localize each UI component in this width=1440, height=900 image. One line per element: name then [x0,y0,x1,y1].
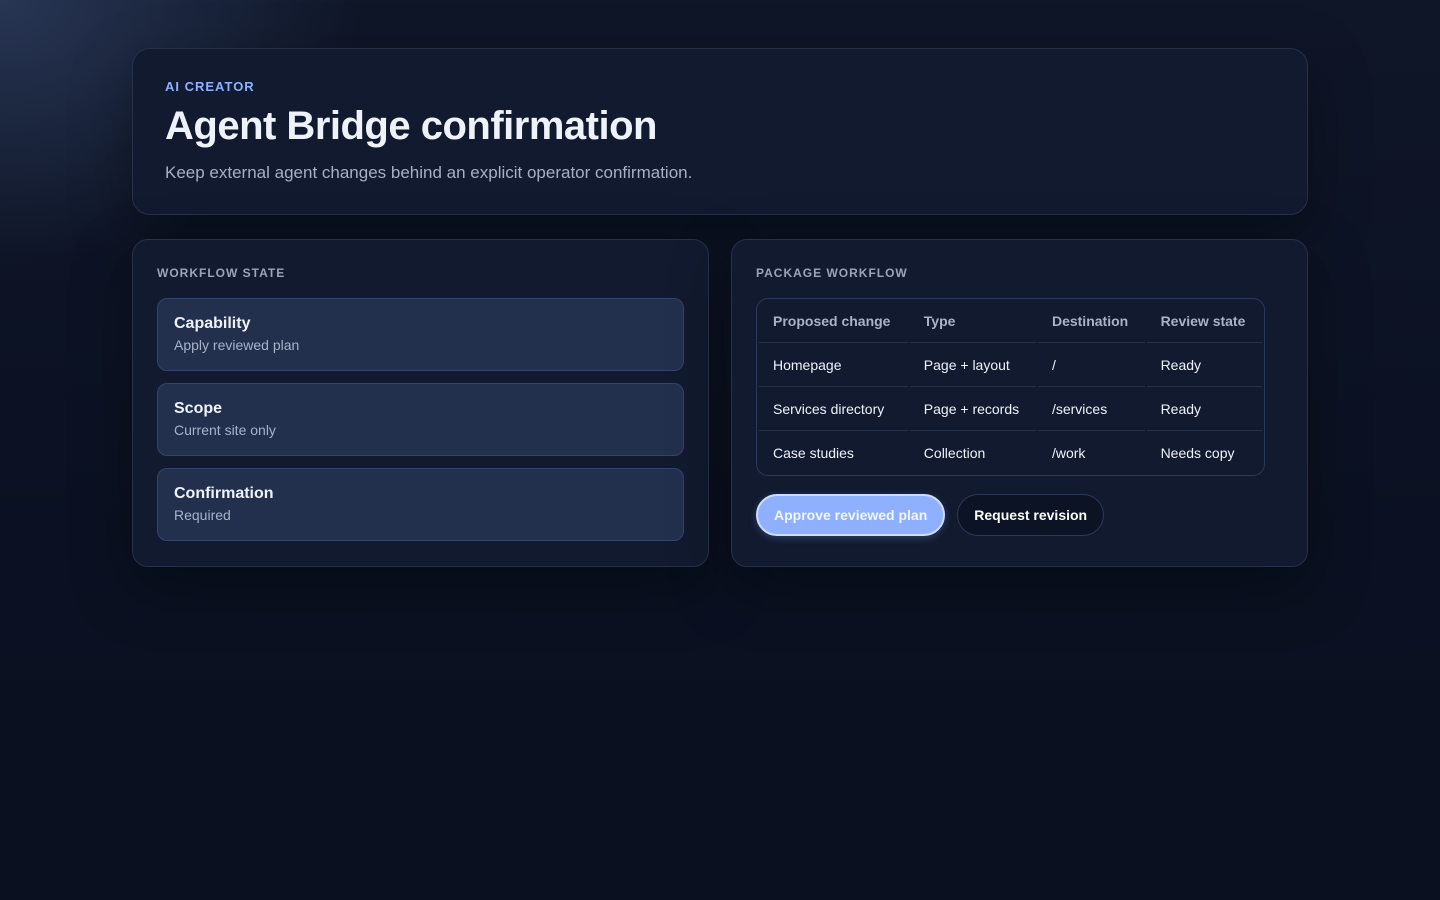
state-name: Capability [174,315,251,332]
eyebrow-label: AI CREATOR [165,79,255,94]
cell-review-state: Ready [1146,343,1262,387]
state-value: Required [174,507,231,523]
state-card-confirmation: Confirmation Required [157,468,684,541]
state-card-scope: Scope Current site only [157,383,684,456]
action-bar: Approve reviewed plan Request revision [756,494,1283,536]
cell-destination: / [1037,343,1145,387]
state-value: Current site only [174,422,276,438]
workflow-state-list: Capability Apply reviewed plan Scope Cur… [157,298,684,541]
column-header-review-state: Review state [1146,299,1262,343]
cell-destination: /work [1051,445,1086,461]
workflow-state-title: WORKFLOW STATE [157,266,286,280]
page-subtitle: Keep external agent changes behind an ex… [165,163,693,182]
column-header-proposed-change: Proposed change [759,299,908,343]
workflow-state-panel: WORKFLOW STATE Capability Apply reviewed… [132,239,709,567]
state-card-capability: Capability Apply reviewed plan [157,298,684,371]
cell-proposed-change: Homepage [759,343,908,387]
state-value: Apply reviewed plan [174,337,300,353]
table-row: Services directory Page + records /servi… [759,387,1262,431]
changes-table: Proposed change Type Destination Review … [756,298,1265,476]
header-card: AI CREATOR Agent Bridge confirmation Kee… [132,48,1308,215]
table-row: Homepage Page + layout / Ready [759,343,1262,387]
package-workflow-panel: PACKAGE WORKFLOW Proposed change Type De… [731,239,1308,567]
cell-proposed-change: Case studies [773,445,854,461]
package-workflow-title: PACKAGE WORKFLOW [756,266,908,280]
cell-type: Collection [923,445,986,461]
column-header-type: Type [909,299,1036,343]
state-name: Confirmation [174,485,274,502]
cell-proposed-change: Services directory [759,387,908,431]
table-row: Case studies Collection /work Needs copy [759,431,1262,475]
cell-review-state: Ready [1146,387,1262,431]
cell-type: Page + layout [909,343,1036,387]
approve-plan-button[interactable]: Approve reviewed plan [756,494,946,536]
cell-type: Page + records [909,387,1036,431]
request-revision-button[interactable]: Request revision [957,494,1105,536]
cell-review-state: Needs copy [1160,445,1235,461]
page-title: Agent Bridge confirmation [165,104,657,148]
state-name: Scope [174,400,223,417]
table-header-row: Proposed change Type Destination Review … [759,299,1262,343]
column-header-destination: Destination [1037,299,1145,343]
cell-destination: /services [1037,387,1145,431]
